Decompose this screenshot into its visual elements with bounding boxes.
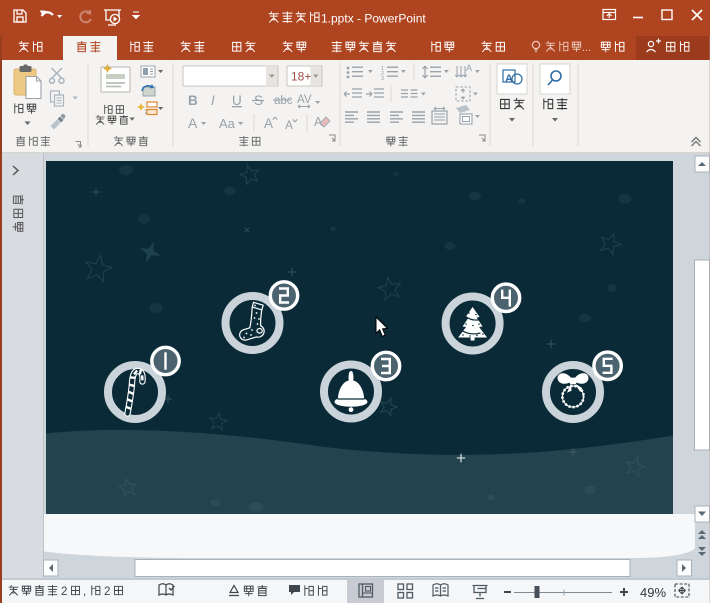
svg-text:A: A — [264, 116, 273, 131]
svg-text:1.pptx - PowerPoint: 1.pptx - PowerPoint — [321, 11, 426, 25]
svg-text:3: 3 — [381, 76, 384, 82]
svg-text:abc: abc — [274, 95, 293, 107]
svg-text:2: 2 — [61, 586, 67, 598]
svg-text:I: I — [211, 93, 215, 108]
svg-text:AV: AV — [297, 94, 312, 106]
svg-text:,: , — [83, 586, 86, 598]
svg-text:Aa: Aa — [219, 116, 236, 131]
svg-text:2: 2 — [104, 586, 110, 598]
svg-text:A: A — [505, 73, 513, 85]
svg-text:49%: 49% — [640, 585, 666, 600]
svg-text:A: A — [466, 63, 472, 73]
svg-text:...: ... — [582, 42, 591, 54]
svg-text:A: A — [188, 115, 198, 131]
svg-text:A: A — [285, 118, 293, 132]
svg-text:U: U — [232, 93, 242, 108]
svg-text:18+: 18+ — [291, 70, 311, 84]
svg-text:B: B — [188, 93, 198, 108]
